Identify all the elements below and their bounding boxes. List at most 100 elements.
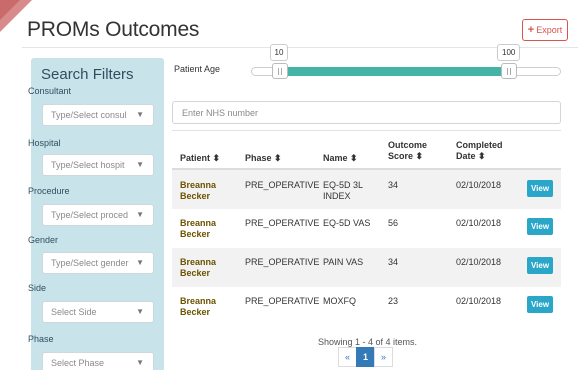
pagination-summary: Showing 1 - 4 of 4 items. (318, 337, 418, 347)
column-header-name-label: Name ⬍ (323, 153, 358, 163)
view-button[interactable]: View (527, 257, 553, 274)
phase-cell: PRE_OPERATIVE (245, 296, 320, 306)
age-slider-selected-range (279, 67, 509, 76)
view-button[interactable]: View (527, 296, 553, 313)
search-filters-title: Search Filters (41, 66, 134, 83)
column-header-name[interactable]: Name ⬍ (323, 153, 358, 164)
phase-select[interactable]: Select Phase ▼ (42, 352, 154, 370)
procedure-select-placeholder: Type/Select proced (51, 210, 129, 220)
patient-first-name: Breanna (180, 218, 217, 228)
hospital-select[interactable]: Type/Select hospit ▼ (42, 154, 154, 176)
filter-label-hospital: Hospital (28, 138, 61, 148)
phase-select-placeholder: Select Phase (51, 358, 105, 368)
date-cell: 02/10/2018 (456, 218, 502, 228)
outcome-name-line1: MOXFQ (323, 296, 356, 306)
patient-last-name: Becker (180, 268, 211, 278)
export-label: Export (536, 25, 563, 35)
consultant-select[interactable]: Type/Select consul ▼ (42, 104, 154, 126)
patient-last-name: Becker (180, 191, 211, 201)
date-cell: 02/10/2018 (456, 296, 502, 306)
age-min-value: 10 (269, 44, 289, 61)
patient-age-label: Patient Age (174, 64, 221, 74)
view-button[interactable]: View (527, 218, 553, 235)
previous-page-button[interactable]: « (338, 347, 357, 367)
table-row: Breanna Becker PRE_OPERATIVE EQ-5D 3L IN… (172, 170, 561, 209)
side-select-placeholder: Select Side (51, 307, 97, 317)
column-header-completed-date-line1: Completed (456, 140, 503, 150)
patient-name-cell: Breanna Becker (180, 218, 216, 240)
column-header-outcome-score[interactable]: Outcome Score ⬍ (388, 140, 427, 162)
chevron-down-icon: ▼ (136, 358, 144, 367)
nhs-number-input[interactable]: Enter NHS number (172, 101, 561, 124)
column-header-patient-label: Patient ⬍ (180, 153, 221, 163)
outcome-name-cell: PAIN VAS (323, 257, 363, 268)
gender-select-placeholder: Type/Select gender (51, 258, 129, 268)
plus-icon: + (527, 23, 535, 36)
score-cell: 34 (388, 257, 399, 267)
side-select[interactable]: Select Side ▼ (42, 301, 154, 323)
table-row: Breanna Becker PRE_OPERATIVE EQ-5D VAS 5… (172, 209, 561, 248)
column-header-completed-date[interactable]: Completed Date ⬍ (456, 140, 503, 162)
patient-last-name: Becker (180, 307, 211, 317)
patient-last-name: Becker (180, 229, 211, 239)
outcome-name-line1: EQ-5D VAS (323, 218, 371, 228)
title-divider (22, 47, 578, 48)
chevron-down-icon: ▼ (136, 160, 144, 169)
gender-select[interactable]: Type/Select gender ▼ (42, 252, 154, 274)
column-header-outcome-score-line1: Outcome (388, 140, 428, 150)
page-1-button[interactable]: 1 (356, 347, 375, 367)
table-top-border (172, 130, 561, 131)
outcome-name-line1: PAIN VAS (323, 257, 364, 267)
score-cell: 56 (388, 218, 399, 228)
nhs-number-placeholder: Enter NHS number (182, 107, 259, 118)
table-row: Breanna Becker PRE_OPERATIVE PAIN VAS 34… (172, 248, 561, 287)
outcome-name-cell: MOXFQ (323, 296, 356, 307)
column-header-patient[interactable]: Patient ⬍ (180, 153, 220, 164)
grip-icon (277, 67, 279, 75)
column-header-phase-label: Phase ⬍ (245, 153, 282, 163)
score-cell: 23 (388, 296, 399, 306)
page-title: PROMs Outcomes (27, 18, 200, 41)
outcome-name-line2: INDEX (323, 191, 351, 201)
outcome-name-cell: EQ-5D 3L INDEX (323, 180, 363, 202)
score-cell: 34 (388, 180, 399, 190)
export-button[interactable]: + Export (522, 19, 568, 41)
next-page-button[interactable]: » (374, 347, 393, 367)
column-header-outcome-score-line2: Score ⬍ (388, 151, 424, 161)
hospital-select-placeholder: Type/Select hospit (51, 160, 125, 170)
view-button[interactable]: View (527, 180, 553, 197)
patient-name-cell: Breanna Becker (180, 180, 216, 202)
patient-first-name: Breanna (180, 180, 217, 190)
date-cell: 02/10/2018 (456, 257, 502, 267)
phase-cell: PRE_OPERATIVE (245, 218, 320, 228)
phase-cell: PRE_OPERATIVE (245, 180, 320, 190)
consultant-select-placeholder: Type/Select consul (51, 110, 127, 120)
search-filters-panel: Search Filters Consultant Type/Select co… (28, 58, 164, 370)
chevron-down-icon: ▼ (136, 110, 144, 119)
patient-name-cell: Breanna Becker (180, 257, 216, 279)
age-max-value: 100 (497, 44, 521, 61)
table-row: Breanna Becker PRE_OPERATIVE MOXFQ 23 02… (172, 287, 561, 326)
chevron-down-icon: ▼ (136, 210, 144, 219)
filter-label-procedure: Procedure (28, 186, 70, 196)
outcome-name-cell: EQ-5D VAS (323, 218, 370, 229)
column-header-phase[interactable]: Phase ⬍ (245, 153, 282, 164)
filter-label-side: Side (28, 283, 47, 293)
pagination: « 1 » (338, 347, 393, 367)
chevron-down-icon: ▼ (136, 307, 144, 316)
filter-label-phase: Phase (28, 334, 54, 344)
age-slider-min-handle[interactable] (271, 63, 288, 79)
filter-label-consultant: Consultant (28, 86, 72, 96)
patient-name-cell: Breanna Becker (180, 296, 216, 318)
phase-cell: PRE_OPERATIVE (245, 257, 320, 267)
age-slider-max-handle[interactable] (501, 63, 517, 79)
filter-label-gender: Gender (28, 235, 59, 245)
column-header-completed-date-line2: Date ⬍ (456, 151, 486, 161)
date-cell: 02/10/2018 (456, 180, 502, 190)
chevron-down-icon: ▼ (136, 258, 144, 267)
patient-first-name: Breanna (180, 257, 217, 267)
grip-icon (507, 67, 508, 75)
outcome-name-line1: EQ-5D 3L (323, 180, 364, 190)
patient-first-name: Breanna (180, 296, 217, 306)
procedure-select[interactable]: Type/Select proced ▼ (42, 204, 154, 226)
